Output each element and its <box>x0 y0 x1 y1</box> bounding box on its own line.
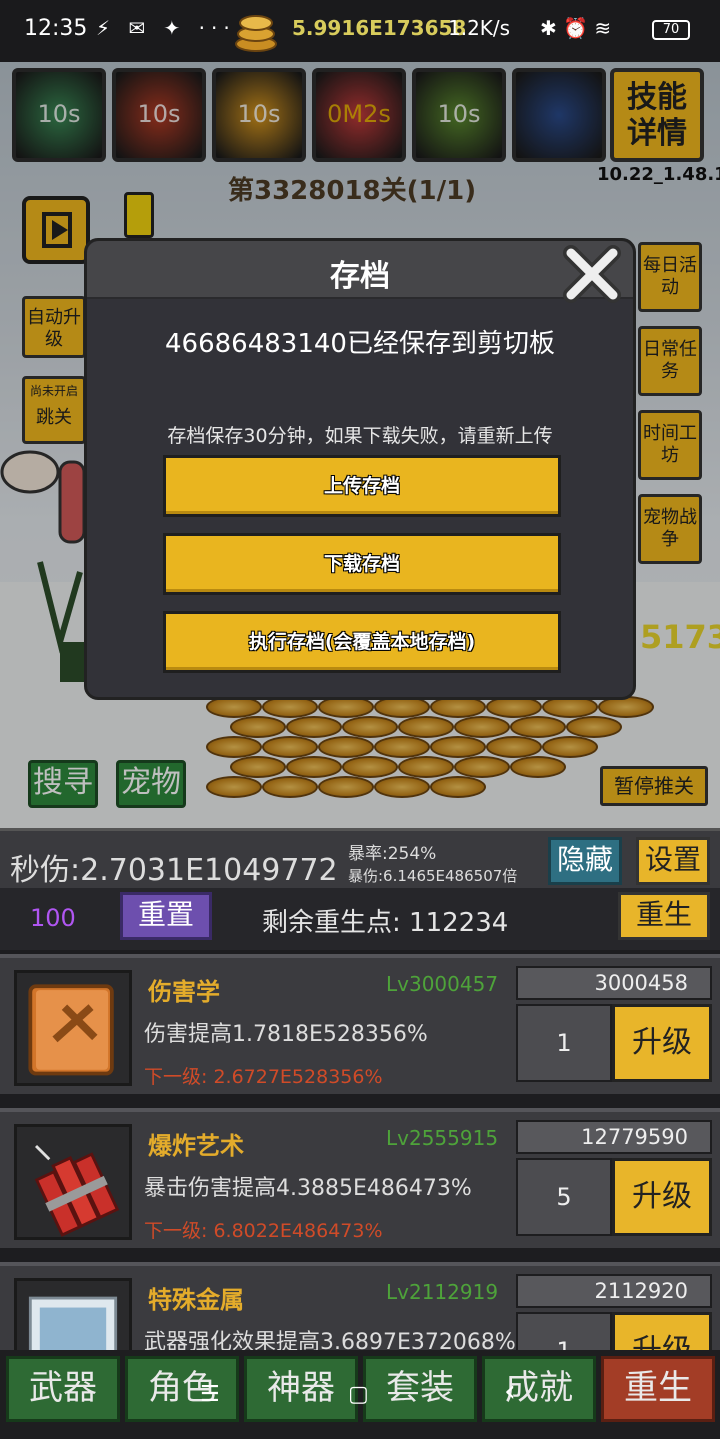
upgrade-cost: 3000458 <box>516 966 712 1000</box>
upgrade-name: 特殊金属 <box>148 1286 244 1314</box>
save-hint: 存档保存30分钟，如果下载失败，请重新上传 <box>167 425 553 447</box>
hide-button[interactable]: 隐藏 <box>548 837 622 885</box>
tab-character[interactable]: 角色 <box>125 1356 239 1422</box>
gold-coin-icon <box>235 15 277 52</box>
tab-sets[interactable]: 套装 <box>363 1356 477 1422</box>
rebirth-level: 100 <box>30 904 76 932</box>
upload-save-button[interactable]: 上传存档 <box>163 455 561 517</box>
dps-value: 秒伤:2.7031E1049772 <box>10 853 338 888</box>
close-icon[interactable] <box>561 243 623 305</box>
stats-bar: 秒伤:2.7031E1049772 暴率:254% 暴伤:6.1465E4865… <box>0 828 720 888</box>
tab-artifacts[interactable]: 神器 <box>244 1356 358 1422</box>
settings-button[interactable]: 设置 <box>636 837 710 885</box>
system-icons: ✱ ⏰ ≋ <box>540 16 612 40</box>
bottom-tab-bar: 武器 角色 神器 套装 成就 重生 <box>0 1350 720 1439</box>
dynamite-icon <box>14 1124 132 1240</box>
upgrade-cost: 12779590 <box>516 1120 712 1154</box>
gold-amount: 5.9916E173658 <box>292 16 467 40</box>
notification-icons: ⚡ ✉ ✦ ··· <box>96 16 236 40</box>
crit-damage: 暴伤:6.1465E486507倍 <box>348 867 518 885</box>
upgrade-level: Lv3000457 <box>386 972 499 996</box>
upgrade-cost: 2112920 <box>516 1274 712 1308</box>
download-save-button[interactable]: 下载存档 <box>163 533 561 595</box>
crit-rate: 暴率:254% <box>348 844 437 864</box>
dialog-title: 存档 <box>330 259 390 294</box>
upgrade-quantity[interactable]: 5 <box>516 1158 612 1236</box>
upgrade-description: 暴击伤害提高4.3885E486473% <box>144 1176 472 1201</box>
upgrade-button[interactable]: 升级 <box>612 1158 712 1236</box>
status-time: 12:35 <box>24 16 88 41</box>
upgrade-level: Lv2112919 <box>386 1280 499 1304</box>
tab-achievements[interactable]: 成就 <box>482 1356 596 1422</box>
upgrade-quantity[interactable]: 1 <box>516 1004 612 1082</box>
upgrade-name: 伤害学 <box>148 978 220 1006</box>
tab-rebirth[interactable]: 重生 <box>601 1356 715 1422</box>
clipboard-message: 46686483140已经保存到剪切板 <box>165 329 555 359</box>
game-screen: 12:35 ⚡ ✉ ✦ ··· 5.9916E173658 1.2K/s ✱ ⏰… <box>0 0 720 1439</box>
rebirth-button[interactable]: 重生 <box>618 892 710 940</box>
rebirth-row: 100 重置 剩余重生点: 112234 重生 <box>0 888 720 950</box>
upgrade-name: 爆炸艺术 <box>148 1132 244 1160</box>
upgrade-next-level: 下一级: 2.6727E528356% <box>144 1066 383 1088</box>
reset-button[interactable]: 重置 <box>120 892 212 940</box>
dialog-header: 存档 <box>87 241 633 299</box>
save-dialog: 存档 46686483140已经保存到剪切板 存档保存30分钟，如果下载失败，请… <box>84 238 636 700</box>
tab-weapons[interactable]: 武器 <box>6 1356 120 1422</box>
upgrade-level: Lv2555915 <box>386 1126 499 1150</box>
upgrade-next-level: 下一级: 6.8022E486473% <box>144 1220 383 1242</box>
upgrade-item: 爆炸艺术 Lv2555915 暴击伤害提高4.3885E486473% 下一级:… <box>0 1108 720 1248</box>
execute-save-button[interactable]: 执行存档(会覆盖本地存档) <box>163 611 561 673</box>
remaining-rebirth-points: 剩余重生点: 112234 <box>262 908 509 938</box>
book-icon <box>14 970 132 1086</box>
network-speed: 1.2K/s <box>448 16 511 40</box>
upgrade-button[interactable]: 升级 <box>612 1004 712 1082</box>
battery-icon: 70 <box>652 20 690 40</box>
upgrade-item: 伤害学 Lv3000457 伤害提高1.7818E528356% 下一级: 2.… <box>0 954 720 1094</box>
upgrade-description: 伤害提高1.7818E528356% <box>144 1022 428 1047</box>
status-bar: 12:35 ⚡ ✉ ✦ ··· 5.9916E173658 1.2K/s ✱ ⏰… <box>0 0 720 62</box>
